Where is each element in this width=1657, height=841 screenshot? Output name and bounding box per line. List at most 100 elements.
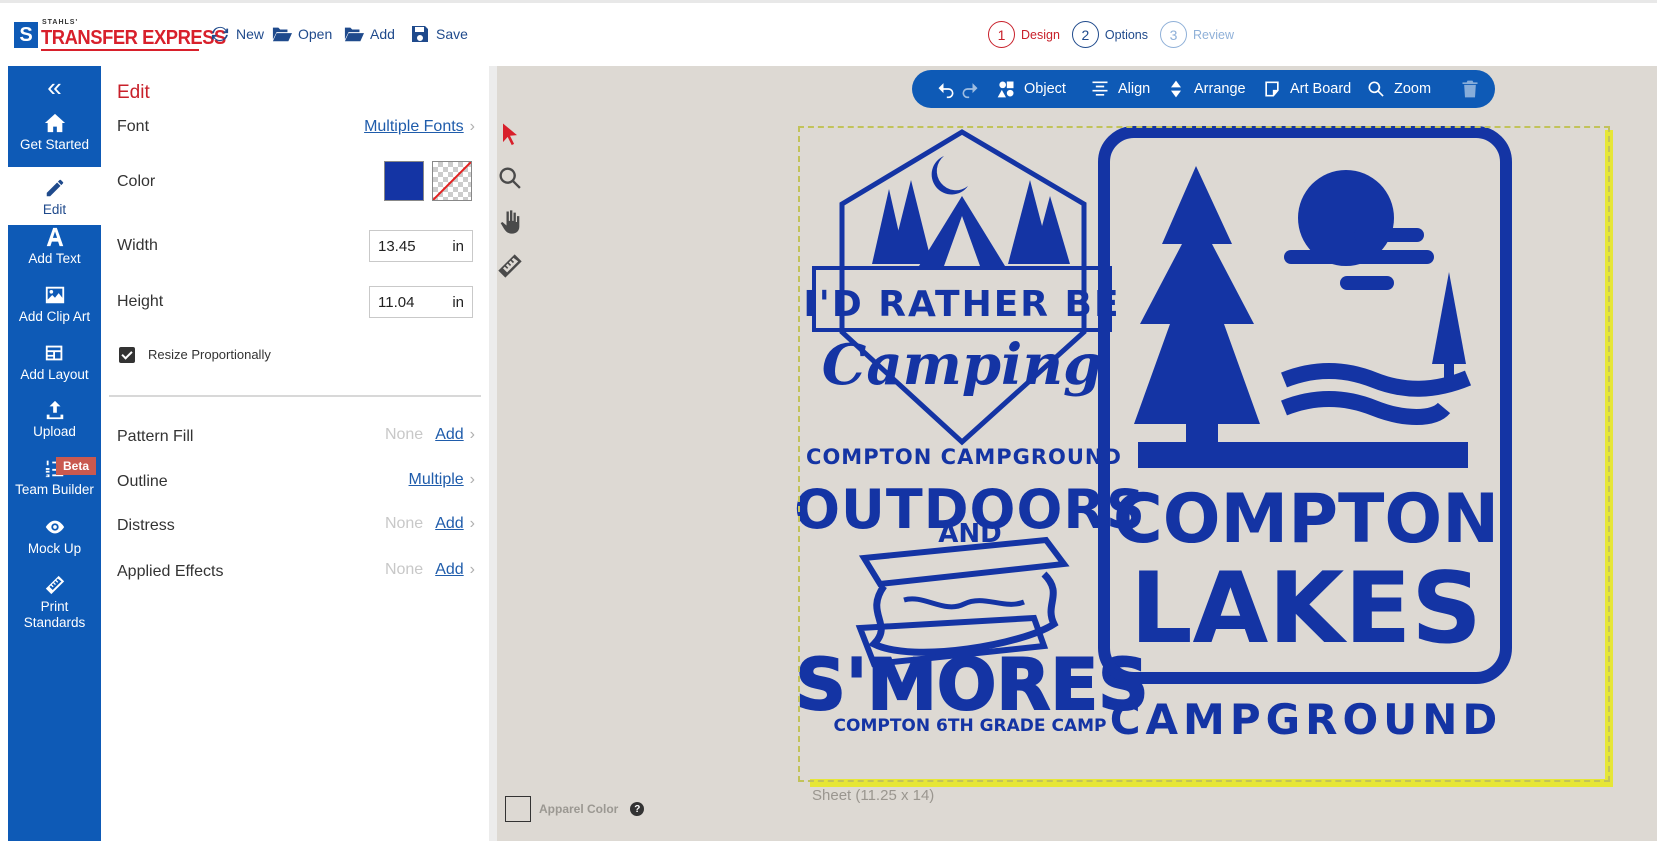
zoom-button[interactable]: Zoom	[1366, 70, 1431, 108]
applied-effects-state: None	[384, 561, 424, 578]
new-label: New	[236, 26, 265, 42]
nav-mock-up[interactable]: Mock Up	[8, 516, 101, 574]
brand-logo[interactable]: S STAHLS' TRANSFER EXPRESS	[14, 18, 226, 51]
apparel-color-swatch[interactable]	[505, 796, 531, 822]
magnifier-icon	[1368, 81, 1384, 97]
height-input[interactable]	[378, 293, 438, 311]
width-unit: in	[452, 237, 464, 255]
nav-label: Edit	[42, 202, 67, 217]
step-label: Review	[1193, 27, 1235, 42]
font-row-action[interactable]: Multiple Fonts ›	[364, 118, 475, 136]
nav-add-text[interactable]: Add Text	[8, 226, 101, 284]
color-swatch[interactable]	[384, 161, 424, 201]
save-label: Save	[436, 26, 468, 42]
panel-title: Edit	[117, 82, 150, 103]
nav-label: Mock Up	[27, 541, 82, 556]
layout-icon	[45, 345, 62, 361]
add-label: Add	[370, 26, 395, 42]
brand-underline	[41, 49, 199, 51]
no-color-swatch[interactable]	[432, 161, 472, 201]
nav-get-started[interactable]: Get Started	[8, 112, 101, 170]
distress-row: None Add ›	[385, 515, 475, 533]
apparel-color-control[interactable]: Apparel Color ?	[505, 796, 645, 822]
outline-value-link[interactable]: Multiple	[409, 471, 464, 489]
width-field[interactable]: in	[369, 230, 473, 262]
undo-button[interactable]	[936, 70, 956, 108]
artboard-boundary	[798, 126, 1610, 782]
object-button[interactable]: Object	[996, 70, 1066, 108]
ruler-icon	[45, 575, 64, 595]
redo-icon	[962, 83, 978, 99]
collapse-nav-button[interactable]: «	[8, 74, 101, 100]
distress-state: None	[384, 515, 424, 532]
height-field[interactable]: in	[369, 286, 473, 318]
nav-edit[interactable]: Edit	[8, 167, 101, 225]
folder-open-icon	[272, 27, 292, 42]
step-design[interactable]: 1 Design	[988, 21, 1060, 48]
nav-add-layout[interactable]: Add Layout	[8, 342, 101, 400]
resize-proportionally-checkbox[interactable]	[119, 347, 135, 363]
save-button[interactable]: Save	[410, 23, 468, 45]
distress-label: Distress	[117, 517, 175, 534]
delete-button[interactable]	[1460, 70, 1480, 108]
art-board-label: Art Board	[1290, 81, 1352, 97]
font-label: Font	[117, 118, 150, 135]
brand-name: TRANSFER EXPRESS	[41, 27, 226, 49]
nav-print-standards[interactable]: Print Standards	[8, 574, 101, 646]
trash-icon	[1462, 80, 1478, 98]
nav-label: Team Builder	[15, 482, 94, 497]
divider	[109, 395, 481, 397]
redo-button[interactable]	[960, 70, 980, 108]
eye-icon	[45, 520, 64, 534]
left-nav: « Get Started Edit Add Text Add Clip Art…	[8, 66, 101, 841]
step-label: Design	[1021, 27, 1060, 42]
font-value-link[interactable]: Multiple Fonts	[364, 118, 464, 136]
arrange-button[interactable]: Arrange	[1166, 70, 1246, 108]
home-icon	[44, 113, 65, 133]
nav-label: Get Started	[19, 137, 90, 152]
hand-pan-icon[interactable]	[496, 208, 524, 236]
open-button[interactable]: Open	[272, 23, 332, 45]
ruler-icon[interactable]	[496, 252, 524, 280]
align-center-icon	[1092, 81, 1108, 96]
chevron-right-icon: ›	[469, 426, 475, 443]
step-number: 2	[1071, 21, 1099, 48]
align-label: Align	[1118, 81, 1151, 97]
align-button[interactable]: Align	[1090, 70, 1150, 108]
nav-label: Upload	[33, 424, 76, 439]
letter-a-icon	[46, 227, 63, 247]
nav-label: Add Clip Art	[18, 309, 91, 324]
pencil-icon	[46, 179, 63, 197]
object-label: Object	[1024, 81, 1066, 97]
pattern-fill-label: Pattern Fill	[117, 428, 194, 445]
brand-small: STAHLS'	[42, 19, 79, 26]
edit-panel: Edit Font Multiple Fonts › Color Width i…	[101, 66, 489, 841]
step-options[interactable]: 2 Options	[1071, 21, 1149, 48]
no-fill-icon	[432, 161, 472, 201]
art-board-button[interactable]: Art Board	[1262, 70, 1351, 108]
add-button[interactable]: Add	[344, 23, 395, 45]
applied-effects-row: None Add ›	[385, 561, 475, 579]
applied-effects-add-link[interactable]: Add	[435, 561, 463, 579]
width-input[interactable]	[378, 237, 438, 255]
brand-mark: S	[14, 22, 38, 48]
nav-label: Add Layout	[20, 367, 89, 382]
magnifier-icon[interactable]	[496, 164, 524, 192]
shapes-icon	[997, 81, 1014, 98]
nav-upload[interactable]: Upload	[8, 399, 101, 457]
new-button[interactable]: New	[210, 23, 264, 45]
nav-add-clip-art[interactable]: Add Clip Art	[8, 284, 101, 342]
step-review[interactable]: 3 Review	[1160, 21, 1234, 48]
select-arrow-icon[interactable]	[496, 120, 524, 148]
chevron-right-icon: ›	[469, 561, 475, 578]
pattern-fill-add-link[interactable]: Add	[435, 426, 463, 444]
beta-badge: Beta	[56, 457, 97, 475]
progress-steps: 1 Design 2 Options 3 Review	[988, 21, 1234, 48]
top-bar: S STAHLS' TRANSFER EXPRESS New Open Add …	[0, 0, 1657, 62]
outline-row: Multiple ›	[409, 471, 475, 489]
nav-team-builder[interactable]: Team Builder Beta	[8, 457, 101, 515]
help-icon[interactable]: ?	[630, 802, 645, 816]
upload-icon	[46, 400, 63, 420]
step-label: Options	[1104, 27, 1149, 42]
distress-add-link[interactable]: Add	[435, 515, 463, 533]
